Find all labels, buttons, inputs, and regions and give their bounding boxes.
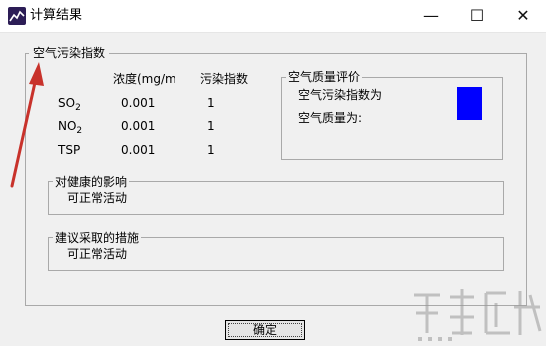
index-header: 污染指数 [200, 72, 249, 86]
measures-text: 可正常活动 [67, 247, 128, 261]
chart-app-icon [8, 7, 26, 25]
index-value: 1 [207, 143, 215, 157]
concentration-value: 0.001 [121, 96, 156, 110]
pollutant-name: NO2 [58, 119, 83, 136]
concentration-value: 0.001 [121, 143, 156, 157]
minimize-icon: — [423, 6, 439, 25]
maximize-button[interactable]: ☐ [454, 0, 500, 32]
index-value: 1 [207, 119, 215, 133]
air-quality-label: 空气质量为: [298, 111, 363, 125]
window-title: 计算结果 [30, 8, 83, 23]
close-icon: ✕ [516, 6, 530, 25]
pollution-index-legend: 空气污染指数 [29, 45, 110, 61]
concentration-header: 浓度(mg/m3 [113, 72, 175, 86]
air-pollution-index-label: 空气污染指数为 [298, 88, 383, 102]
pollutant-name: SO2 [58, 96, 81, 113]
air-quality-color-swatch [457, 87, 482, 120]
ok-button[interactable]: 确定 [225, 320, 305, 340]
watermark-logo [414, 289, 542, 341]
air-quality-legend: 空气质量评价 [286, 69, 363, 85]
health-impact-legend: 对健康的影响 [53, 174, 130, 190]
concentration-value: 0.001 [121, 119, 156, 133]
maximize-icon: ☐ [469, 6, 485, 25]
close-button[interactable]: ✕ [500, 0, 546, 32]
health-impact-text: 可正常活动 [67, 191, 128, 205]
minimize-button[interactable]: — [408, 0, 454, 32]
measures-legend: 建议采取的措施 [53, 230, 142, 246]
index-value: 1 [207, 96, 215, 110]
title-bar: 计算结果 — ☐ ✕ [0, 0, 546, 33]
pollutant-name: TSP [58, 143, 81, 157]
